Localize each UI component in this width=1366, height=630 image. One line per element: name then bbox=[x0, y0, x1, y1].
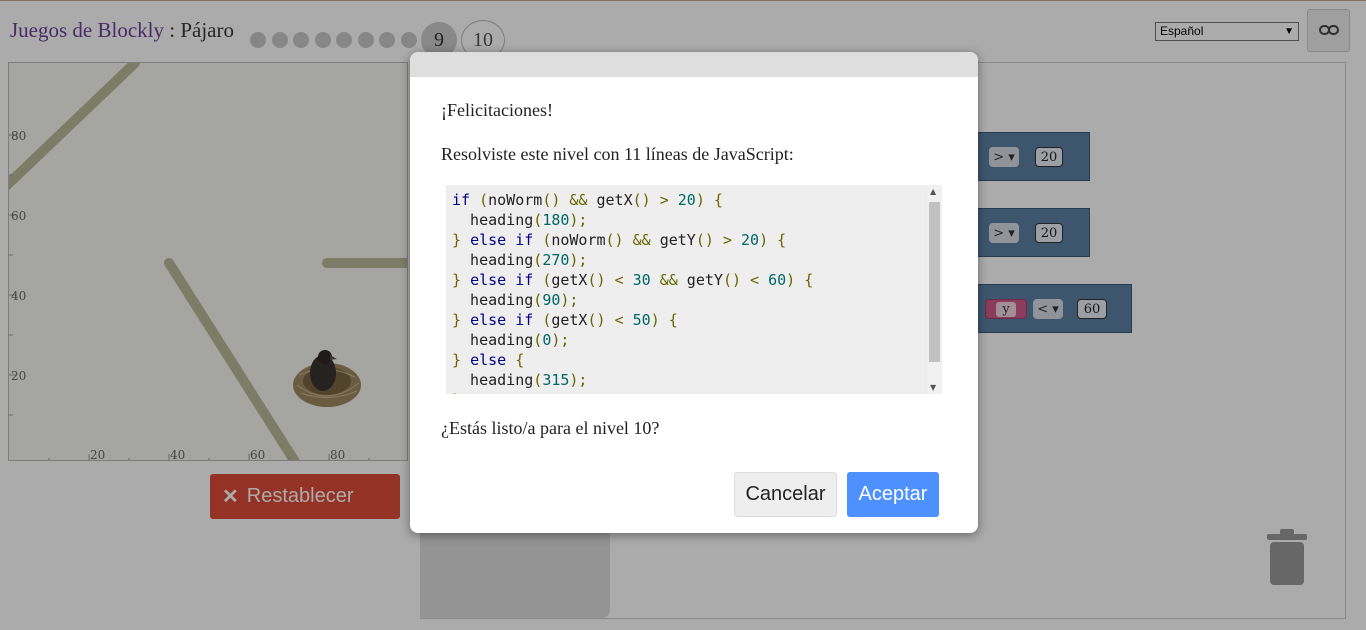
congrats-text: ¡Felicitaciones! bbox=[441, 100, 553, 120]
scroll-down-icon[interactable]: ▼ bbox=[930, 383, 936, 392]
cancel-button[interactable]: Cancelar bbox=[734, 472, 837, 517]
lines-solved-text: Resolviste este nivel con 11 líneas de J… bbox=[441, 144, 794, 164]
accept-button[interactable]: Aceptar bbox=[847, 472, 939, 517]
success-dialog: ¡Felicitaciones! Resolviste este nivel c… bbox=[410, 52, 978, 533]
next-level-question: ¿Estás listo/a para el nivel 10? bbox=[441, 418, 660, 438]
javascript-code-view[interactable]: if (noWorm() && getX() > 20) { heading(1… bbox=[446, 185, 942, 394]
scroll-thumb[interactable] bbox=[929, 202, 940, 362]
code-block: if (noWorm() && getX() > 20) { heading(1… bbox=[452, 191, 814, 394]
scroll-up-icon[interactable]: ▲ bbox=[930, 187, 936, 196]
dialog-title-bar[interactable] bbox=[410, 52, 978, 77]
code-scrollbar[interactable]: ▲ ▼ bbox=[927, 185, 942, 394]
